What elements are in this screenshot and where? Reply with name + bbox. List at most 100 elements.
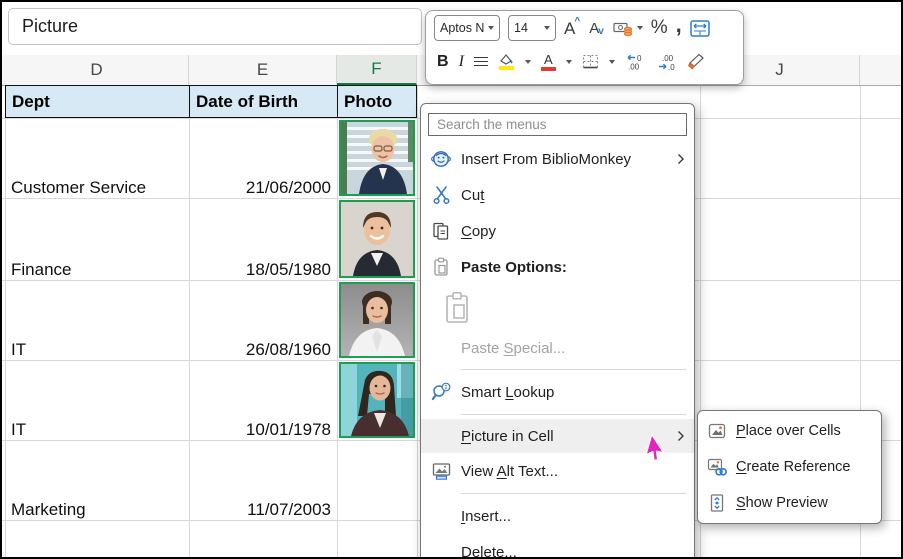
merge-center-button[interactable] [690, 20, 710, 37]
font-name-select[interactable]: Aptos Na [434, 15, 500, 41]
fill-color-button[interactable] [498, 53, 515, 70]
menu-item-label: Paste Special... [461, 340, 694, 357]
format-painter-button[interactable] [687, 53, 706, 70]
place-over-cells-icon [698, 421, 736, 441]
menu-item-label: Cut [461, 187, 694, 204]
cell-dob[interactable]: 21/06/2000 [189, 118, 331, 205]
create-reference-icon [698, 457, 736, 477]
caret-up-icon: ^ [574, 17, 580, 27]
font-color-button[interactable]: A [541, 53, 556, 71]
column-header-e[interactable]: E [189, 55, 337, 85]
alt-text-icon [421, 461, 461, 481]
cell-dob[interactable]: 11/07/2003 [189, 440, 331, 527]
menu-separator [461, 414, 686, 415]
svg-text:.00: .00 [662, 54, 674, 63]
excel-window: Picture D E F J Dept Date of Birth Photo… [0, 0, 903, 559]
table-header-dob[interactable]: Date of Birth [189, 85, 337, 118]
chevron-down-icon [609, 60, 615, 64]
context-menu: Insert From BiblioMonkey Cut [420, 103, 695, 559]
chevron-down-icon [488, 26, 494, 30]
menu-item-label: Copy [461, 223, 694, 240]
menu-item-label: Smart Lookup [461, 384, 694, 401]
submenu-arrow-icon [668, 153, 694, 165]
cell-dept[interactable]: Finance [11, 198, 181, 287]
menu-item-delete[interactable]: Delete... [421, 534, 694, 559]
fill-color-icon [498, 53, 515, 65]
increase-decimal-button[interactable]: 0 .00 [625, 53, 646, 71]
comma-style-button[interactable]: , [676, 18, 682, 31]
accounting-icon [613, 20, 634, 37]
menu-item-label: Picture in Cell [461, 428, 668, 445]
svg-text:.0: .0 [668, 63, 675, 71]
bibliomonkey-icon [421, 149, 461, 169]
letter-a: A [544, 53, 553, 66]
cell-dob[interactable]: 26/08/1960 [189, 280, 331, 367]
submenu-item-label: Place over Cells [736, 423, 881, 439]
submenu-item-label: Show Preview [736, 495, 881, 511]
decrease-decimal-button[interactable]: .00 .0 [656, 53, 677, 71]
column-header-f[interactable]: F [337, 55, 417, 85]
menu-item-cut[interactable]: Cut [421, 177, 694, 213]
smart-lookup-icon [421, 382, 461, 402]
photo-cell-woman-teal[interactable] [339, 362, 415, 438]
center-align-button[interactable] [474, 55, 488, 68]
cell-dob[interactable]: 18/05/1980 [189, 198, 331, 287]
cell-dept[interactable]: IT [11, 280, 181, 367]
menu-separator [461, 493, 686, 494]
menu-item-paste-special: Paste Special... [421, 331, 694, 365]
table-header-dept[interactable]: Dept [5, 85, 189, 118]
italic-button[interactable]: I [459, 53, 464, 71]
photo-cell-man-smiling[interactable] [339, 200, 415, 278]
submenu-item-label: Create Reference [736, 459, 881, 475]
borders-button[interactable] [582, 54, 599, 69]
svg-text:.00: .00 [628, 62, 640, 71]
photo-cell-woman-white-blouse[interactable] [339, 282, 415, 358]
menu-item-label: Delete... [461, 544, 694, 559]
cell-dept[interactable]: IT [11, 360, 181, 447]
font-size-value: 14 [514, 21, 540, 35]
menu-item-insert-from-bibliomonkey[interactable]: Insert From BiblioMonkey [421, 141, 694, 177]
cell-dob[interactable]: 10/01/1978 [189, 360, 331, 447]
cell-dept[interactable]: Marketing [11, 440, 181, 527]
menu-item-label: Paste Options: [461, 259, 694, 276]
chevron-down-icon [544, 26, 550, 30]
copy-icon [421, 221, 461, 241]
menu-item-insert[interactable]: Insert... [421, 498, 694, 534]
submenu-item-place-over-cells[interactable]: Place over Cells [698, 413, 881, 449]
submenu-item-create-reference[interactable]: Create Reference [698, 449, 881, 485]
search-input[interactable] [428, 113, 687, 136]
picture-in-cell-submenu: Place over Cells Create Reference [697, 410, 882, 524]
gridline [5, 86, 6, 557]
bold-button[interactable]: B [437, 53, 449, 71]
increase-font-size-button[interactable]: A^ [564, 20, 581, 37]
menu-item-paste-options: Paste Options: [421, 249, 694, 285]
gridline [337, 86, 338, 557]
decrease-font-size-button[interactable]: Av [589, 21, 605, 36]
clipboard-icon [421, 257, 461, 277]
menu-item-label: Insert From BiblioMonkey [461, 151, 668, 168]
borders-icon [582, 54, 599, 69]
column-header-d[interactable]: D [5, 55, 189, 85]
paste-icon-disabled [421, 291, 493, 325]
menu-item-smart-lookup[interactable]: Smart Lookup [421, 374, 694, 410]
accounting-number-format-button[interactable] [613, 20, 643, 37]
table-header-row: Dept Date of Birth Photo [5, 85, 417, 118]
cut-icon [421, 185, 461, 205]
cell-dept[interactable]: Customer Service [11, 118, 181, 205]
percent-style-button[interactable]: % [651, 17, 668, 39]
caret-down-icon: v [598, 27, 604, 37]
decrease-decimal-icon: .00 .0 [656, 53, 677, 71]
mouse-cursor [645, 433, 675, 470]
merge-center-icon [690, 20, 710, 37]
font-size-select[interactable]: 14 [508, 15, 556, 41]
submenu-item-show-preview[interactable]: Show Preview [698, 485, 881, 521]
menu-item-label: Insert... [461, 508, 694, 525]
menu-item-copy[interactable]: Copy [421, 213, 694, 249]
font-color-swatch [541, 67, 556, 71]
name-box[interactable]: Picture [8, 8, 422, 45]
photo-cell-woman-blonde[interactable] [339, 120, 415, 196]
font-name-value: Aptos Na [440, 21, 484, 35]
gridline [417, 86, 418, 557]
paste-option-button[interactable] [421, 285, 694, 331]
table-header-photo[interactable]: Photo [337, 85, 417, 118]
